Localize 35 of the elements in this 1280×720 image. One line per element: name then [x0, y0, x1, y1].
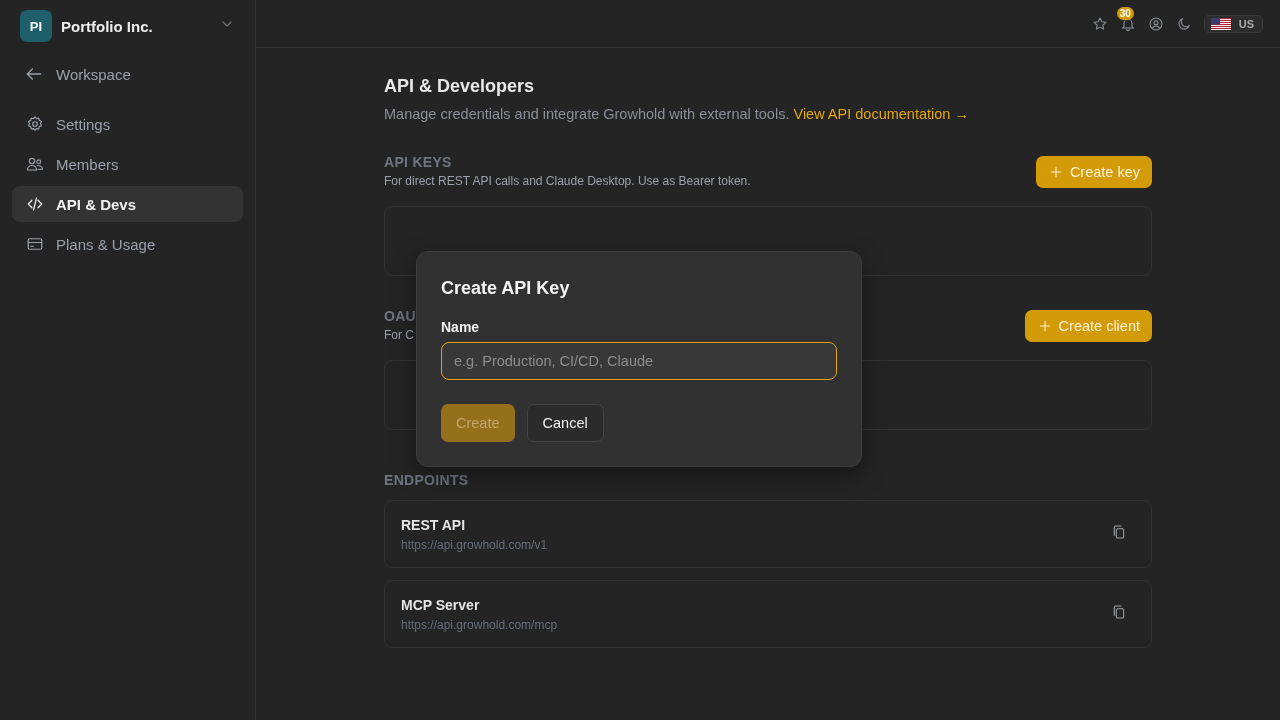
- locale-selector[interactable]: US: [1203, 14, 1263, 33]
- copy-icon: [1111, 604, 1127, 620]
- section-description: For C: [384, 328, 415, 342]
- name-input-field[interactable]: e.g. Production, CI/CD, Claude: [441, 342, 837, 380]
- star-icon: [1091, 15, 1108, 32]
- user-icon: [1147, 15, 1164, 32]
- endpoint-url: https://api.growhold.com/mcp: [401, 617, 558, 632]
- copy-icon: [1111, 524, 1127, 540]
- sidebar-item[interactable]: Plans & Usage: [12, 226, 243, 262]
- section-title: ENDPOINTS: [384, 472, 470, 488]
- section-title: API KEYS: [384, 154, 453, 170]
- workspace-name: Portfolio Inc.: [61, 17, 154, 35]
- section-title: OAU: [384, 308, 416, 324]
- dialog-button[interactable]: Cancel: [526, 404, 604, 442]
- endpoint-name: MCP Server: [401, 596, 481, 613]
- section-description: For direct REST API calls and Claude Desktop. Use as Bearer token.: [384, 174, 751, 188]
- settings-icon: [26, 115, 44, 133]
- workspace-back-link[interactable]: Workspace: [12, 56, 243, 92]
- card-icon: [26, 235, 44, 253]
- sidebar-item[interactable]: Members: [12, 146, 243, 182]
- endpoint-name: REST API: [401, 516, 467, 533]
- notification-count: 30: [1116, 6, 1134, 20]
- code-icon: [26, 195, 44, 213]
- page-title: API & Developers: [384, 76, 536, 97]
- dialog-title: Create API Key: [441, 278, 571, 299]
- sidebar-item[interactable]: Settings: [12, 106, 243, 142]
- api-documentation-link[interactable]: View API documentation →: [793, 106, 969, 122]
- flag-icon: [1210, 17, 1231, 30]
- endpoint-url: https://api.growhold.com/v1: [401, 537, 548, 552]
- workspace-avatar: PI: [20, 10, 52, 42]
- sidebar-item[interactable]: API & Devs: [12, 186, 243, 222]
- moon-icon: [1175, 15, 1192, 32]
- field-label: Name: [441, 319, 481, 335]
- people-icon: [26, 155, 44, 173]
- page-subtitle: Manage credentials and integrate Growhold with external tools.: [384, 106, 790, 122]
